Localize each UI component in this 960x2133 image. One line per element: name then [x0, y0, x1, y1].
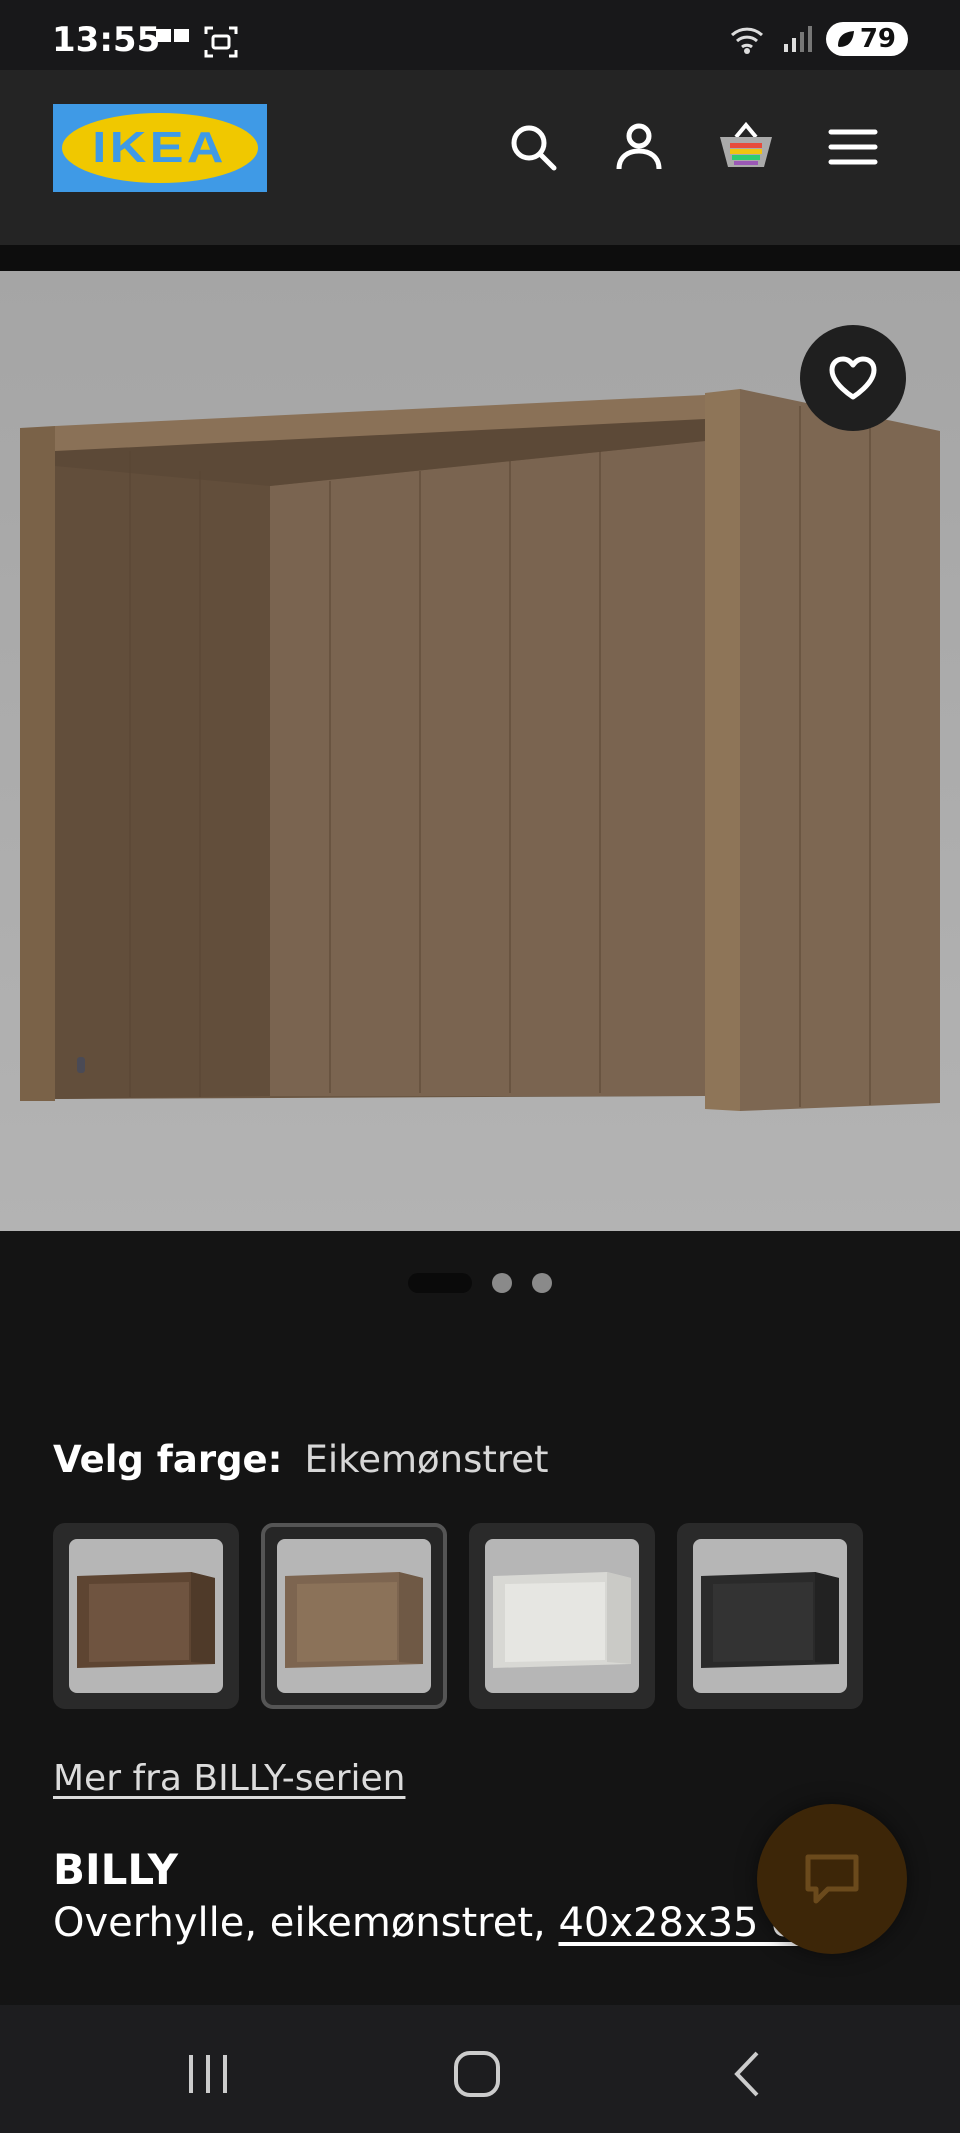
search-icon: [511, 125, 557, 171]
cart-icon: [720, 121, 772, 167]
home-icon: [454, 2051, 500, 2097]
header-divider: [0, 245, 960, 271]
search-button[interactable]: [500, 114, 566, 180]
battery-level: 79: [859, 24, 896, 54]
ikea-logo[interactable]: IKEA: [53, 104, 267, 192]
gallery-pagination: [0, 1268, 960, 1298]
menu-button[interactable]: [820, 114, 886, 180]
site-header: IKEA: [0, 70, 960, 245]
product-description: Overhylle, eikemønstret, 40x28x35 cm: [53, 1900, 832, 1946]
product-type: Overhylle, eikemønstret,: [53, 1900, 559, 1946]
recent-apps-icon: [189, 2055, 227, 2093]
status-bar: 13:55 79: [0, 0, 960, 70]
cart-button[interactable]: [713, 114, 779, 180]
swatch-white-image: [493, 1572, 631, 1668]
gallery-dot[interactable]: [492, 1273, 512, 1293]
back-button[interactable]: [712, 2039, 782, 2109]
back-icon: [734, 2051, 759, 2097]
series-link[interactable]: Mer fra BILLY-serien: [53, 1758, 405, 1799]
swatch-oak-image: [285, 1572, 423, 1668]
gallery-dot[interactable]: [532, 1273, 552, 1293]
color-swatches: [53, 1523, 863, 1709]
color-label: Velg farge:: [53, 1438, 283, 1481]
product-name: BILLY: [53, 1845, 179, 1894]
product-image-gallery[interactable]: [0, 271, 960, 1231]
wifi-icon: [730, 27, 763, 54]
system-nav-bar: [0, 2005, 960, 2133]
menu-icon: [828, 129, 878, 165]
chat-icon: [805, 1854, 859, 1904]
status-time: 13:55: [52, 20, 161, 60]
battery-saver-icon: [837, 31, 854, 47]
logo-text: IKEA: [92, 123, 228, 172]
account-button[interactable]: [606, 114, 672, 180]
color-selector-heading: Velg farge: Eikemønstret: [53, 1438, 549, 1481]
swatch-walnut-image: [77, 1572, 215, 1668]
heart-icon: [829, 356, 877, 400]
chat-button[interactable]: [757, 1804, 907, 1954]
home-button[interactable]: [442, 2039, 512, 2109]
gallery-dot[interactable]: [408, 1273, 472, 1293]
notification-icon: [156, 29, 189, 42]
account-icon: [616, 123, 662, 170]
favorite-button[interactable]: [800, 325, 906, 431]
color-value: Eikemønstret: [304, 1438, 549, 1481]
swatch-walnut[interactable]: [53, 1523, 239, 1709]
swatch-black-image: [701, 1572, 839, 1668]
swatch-black-brown[interactable]: [677, 1523, 863, 1709]
recent-apps-button[interactable]: [173, 2039, 243, 2109]
signal-icon: [783, 26, 812, 52]
screenshot-icon: [204, 26, 238, 58]
swatch-white[interactable]: [469, 1523, 655, 1709]
swatch-oak-effect[interactable]: [261, 1523, 447, 1709]
battery-indicator: 79: [825, 22, 908, 56]
